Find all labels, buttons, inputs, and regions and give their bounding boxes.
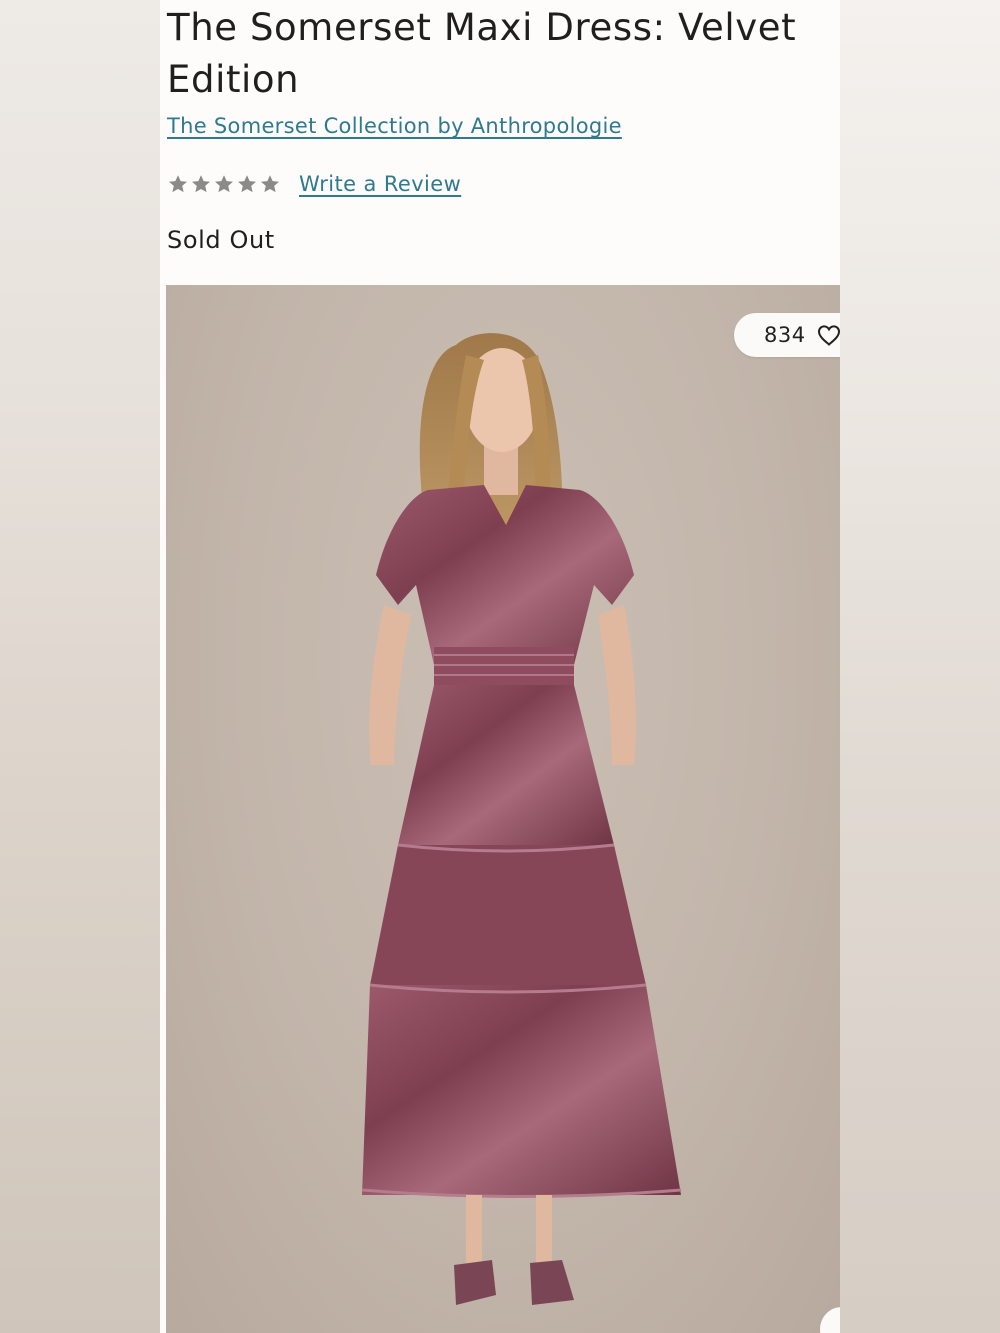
product-page: The Somerset Maxi Dress: Velvet Edition … (160, 0, 840, 1333)
star-icon (167, 173, 189, 195)
favorite-button[interactable]: 834 (734, 313, 840, 357)
write-review-link[interactable]: Write a Review (299, 172, 461, 196)
stock-status: Sold Out (167, 226, 275, 254)
product-image[interactable]: 834 (166, 285, 840, 1333)
star-icon (190, 173, 212, 195)
star-rating[interactable] (167, 173, 281, 195)
favorite-count: 834 (764, 323, 806, 347)
heart-outline-icon (816, 323, 840, 347)
star-icon (236, 173, 258, 195)
product-title: The Somerset Maxi Dress: Velvet Edition (167, 6, 797, 101)
backdrop-left (0, 0, 160, 1333)
collection-link[interactable]: The Somerset Collection by Anthropologie (167, 114, 622, 138)
model-photo (361, 333, 682, 1305)
backdrop-right (840, 0, 1000, 1333)
star-icon (213, 173, 235, 195)
rating-row: Write a Review (167, 166, 461, 202)
star-icon (259, 173, 281, 195)
